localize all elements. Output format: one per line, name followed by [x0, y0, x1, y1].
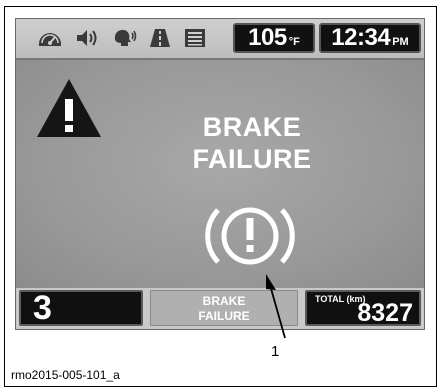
- temperature-unit: °F: [288, 36, 300, 48]
- voice-icon[interactable]: [111, 27, 137, 49]
- status-bar: 105 °F 12:34 PM: [16, 19, 424, 60]
- clock-period: PM: [392, 36, 409, 48]
- alert-title-line1: BRAKE: [202, 112, 302, 142]
- alert-panel: BRAKE FAILURE: [16, 60, 424, 288]
- odometer-total: TOTAL (km) 8327: [305, 290, 421, 326]
- menu-list-icon[interactable]: [182, 27, 208, 49]
- figure-caption: rmo2015-005-101_a: [11, 368, 120, 382]
- speedometer-icon[interactable]: [37, 27, 63, 49]
- alert-title: BRAKE FAILURE: [172, 111, 332, 175]
- message-box: BRAKE FAILURE: [150, 290, 298, 326]
- speaker-icon[interactable]: [74, 27, 100, 49]
- display-screen: 105 °F 12:34 PM BRAKE FAILURE 3 BRAKE FA…: [15, 18, 425, 330]
- brake-warning-icon: [199, 196, 301, 276]
- message-line2: FAILURE: [198, 309, 250, 323]
- total-value: 8327: [357, 299, 413, 327]
- alert-title-line2: FAILURE: [192, 144, 312, 174]
- temperature-value: 105: [248, 24, 287, 51]
- callout-number: 1: [271, 343, 280, 360]
- clock-time: 12:34: [331, 24, 391, 51]
- temperature-readout: 105 °F: [233, 23, 315, 53]
- road-icon[interactable]: [147, 27, 173, 49]
- message-line1: BRAKE: [202, 294, 246, 308]
- warning-triangle-icon: [35, 77, 103, 139]
- bottom-bar: 3 BRAKE FAILURE TOTAL (km) 8327: [16, 288, 424, 329]
- gear-indicator: 3: [19, 290, 143, 326]
- clock-readout: 12:34 PM: [319, 23, 421, 53]
